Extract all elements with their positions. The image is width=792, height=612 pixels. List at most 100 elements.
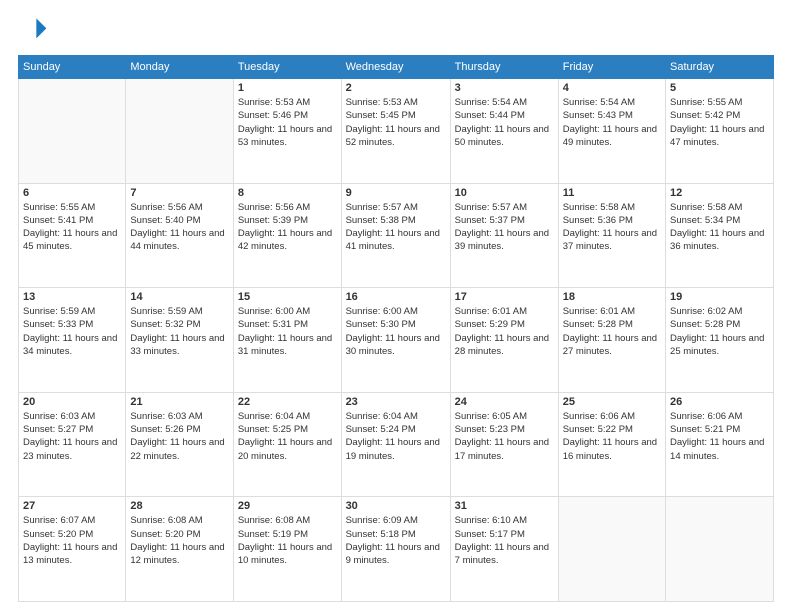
calendar-cell: 28 Sunrise: 6:08 AM Sunset: 5:20 PM Dayli…: [126, 497, 234, 602]
day-info: Sunrise: 5:55 AM Sunset: 5:41 PM Dayligh…: [23, 201, 121, 254]
day-info: Sunrise: 6:04 AM Sunset: 5:24 PM Dayligh…: [346, 410, 446, 463]
day-info: Sunrise: 6:03 AM Sunset: 5:26 PM Dayligh…: [130, 410, 229, 463]
day-number: 30: [346, 500, 446, 512]
weekday-header-friday: Friday: [558, 56, 665, 79]
day-info: Sunrise: 5:53 AM Sunset: 5:45 PM Dayligh…: [346, 96, 446, 149]
day-number: 24: [455, 396, 554, 408]
calendar-cell: 25 Sunrise: 6:06 AM Sunset: 5:22 PM Dayli…: [558, 392, 665, 497]
week-row-1: 6 Sunrise: 5:55 AM Sunset: 5:41 PM Daylig…: [19, 183, 774, 288]
logo: [18, 15, 52, 45]
calendar-cell: [19, 79, 126, 184]
day-number: 15: [238, 291, 337, 303]
day-info: Sunrise: 5:58 AM Sunset: 5:36 PM Dayligh…: [563, 201, 661, 254]
day-info: Sunrise: 5:57 AM Sunset: 5:37 PM Dayligh…: [455, 201, 554, 254]
calendar-body: 1 Sunrise: 5:53 AM Sunset: 5:46 PM Daylig…: [19, 79, 774, 602]
calendar-cell: 9Sunrise: 5:57 AM Sunset: 5:38 PM Daylig…: [341, 183, 450, 288]
header: [18, 15, 774, 45]
day-number: 10: [455, 187, 554, 199]
calendar-cell: 22 Sunrise: 6:04 AM Sunset: 5:25 PM Dayli…: [233, 392, 341, 497]
weekday-header-monday: Monday: [126, 56, 234, 79]
day-number: 21: [130, 396, 229, 408]
calendar-cell: 27 Sunrise: 6:07 AM Sunset: 5:20 PM Dayli…: [19, 497, 126, 602]
calendar-cell: 31 Sunrise: 6:10 AM Sunset: 5:17 PM Dayli…: [450, 497, 558, 602]
day-number: 9: [346, 187, 446, 199]
day-info: Sunrise: 5:54 AM Sunset: 5:44 PM Dayligh…: [455, 96, 554, 149]
day-info: Sunrise: 5:59 AM Sunset: 5:33 PM Dayligh…: [23, 305, 121, 358]
weekday-header-thursday: Thursday: [450, 56, 558, 79]
day-number: 5: [670, 82, 769, 94]
calendar-cell: 21 Sunrise: 6:03 AM Sunset: 5:26 PM Dayli…: [126, 392, 234, 497]
day-number: 6: [23, 187, 121, 199]
day-number: 19: [670, 291, 769, 303]
calendar-cell: 5 Sunrise: 5:55 AM Sunset: 5:42 PM Daylig…: [666, 79, 774, 184]
calendar: SundayMondayTuesdayWednesdayThursdayFrid…: [18, 55, 774, 602]
day-number: 3: [455, 82, 554, 94]
calendar-cell: 19Sunrise: 6:02 AM Sunset: 5:28 PM Dayli…: [666, 288, 774, 393]
day-info: Sunrise: 6:08 AM Sunset: 5:19 PM Dayligh…: [238, 514, 337, 567]
calendar-cell: 4 Sunrise: 5:54 AM Sunset: 5:43 PM Daylig…: [558, 79, 665, 184]
day-info: Sunrise: 6:00 AM Sunset: 5:31 PM Dayligh…: [238, 305, 337, 358]
week-row-3: 20 Sunrise: 6:03 AM Sunset: 5:27 PM Dayli…: [19, 392, 774, 497]
day-info: Sunrise: 5:55 AM Sunset: 5:42 PM Dayligh…: [670, 96, 769, 149]
calendar-cell: 11 Sunrise: 5:58 AM Sunset: 5:36 PM Dayli…: [558, 183, 665, 288]
calendar-cell: 10 Sunrise: 5:57 AM Sunset: 5:37 PM Dayli…: [450, 183, 558, 288]
day-number: 8: [238, 187, 337, 199]
day-info: Sunrise: 6:05 AM Sunset: 5:23 PM Dayligh…: [455, 410, 554, 463]
day-info: Sunrise: 6:03 AM Sunset: 5:27 PM Dayligh…: [23, 410, 121, 463]
day-info: Sunrise: 6:01 AM Sunset: 5:28 PM Dayligh…: [563, 305, 661, 358]
calendar-cell: 7Sunrise: 5:56 AM Sunset: 5:40 PM Daylig…: [126, 183, 234, 288]
calendar-cell: 26 Sunrise: 6:06 AM Sunset: 5:21 PM Dayli…: [666, 392, 774, 497]
day-info: Sunrise: 6:10 AM Sunset: 5:17 PM Dayligh…: [455, 514, 554, 567]
calendar-cell: [558, 497, 665, 602]
day-info: Sunrise: 6:08 AM Sunset: 5:20 PM Dayligh…: [130, 514, 229, 567]
calendar-cell: [126, 79, 234, 184]
week-row-0: 1 Sunrise: 5:53 AM Sunset: 5:46 PM Daylig…: [19, 79, 774, 184]
day-info: Sunrise: 6:09 AM Sunset: 5:18 PM Dayligh…: [346, 514, 446, 567]
day-number: 18: [563, 291, 661, 303]
day-info: Sunrise: 6:04 AM Sunset: 5:25 PM Dayligh…: [238, 410, 337, 463]
weekday-row: SundayMondayTuesdayWednesdayThursdayFrid…: [19, 56, 774, 79]
day-info: Sunrise: 5:59 AM Sunset: 5:32 PM Dayligh…: [130, 305, 229, 358]
day-number: 14: [130, 291, 229, 303]
calendar-cell: 6 Sunrise: 5:55 AM Sunset: 5:41 PM Daylig…: [19, 183, 126, 288]
calendar-cell: 29Sunrise: 6:08 AM Sunset: 5:19 PM Dayli…: [233, 497, 341, 602]
weekday-header-wednesday: Wednesday: [341, 56, 450, 79]
day-number: 26: [670, 396, 769, 408]
calendar-cell: 14 Sunrise: 5:59 AM Sunset: 5:32 PM Dayli…: [126, 288, 234, 393]
day-number: 4: [563, 82, 661, 94]
calendar-cell: [666, 497, 774, 602]
week-row-4: 27 Sunrise: 6:07 AM Sunset: 5:20 PM Dayli…: [19, 497, 774, 602]
weekday-header-sunday: Sunday: [19, 56, 126, 79]
day-number: 13: [23, 291, 121, 303]
day-info: Sunrise: 5:53 AM Sunset: 5:46 PM Dayligh…: [238, 96, 337, 149]
calendar-cell: 2 Sunrise: 5:53 AM Sunset: 5:45 PM Daylig…: [341, 79, 450, 184]
day-number: 1: [238, 82, 337, 94]
day-info: Sunrise: 6:00 AM Sunset: 5:30 PM Dayligh…: [346, 305, 446, 358]
day-number: 23: [346, 396, 446, 408]
weekday-header-tuesday: Tuesday: [233, 56, 341, 79]
calendar-cell: 16 Sunrise: 6:00 AM Sunset: 5:30 PM Dayli…: [341, 288, 450, 393]
calendar-cell: 23 Sunrise: 6:04 AM Sunset: 5:24 PM Dayli…: [341, 392, 450, 497]
calendar-cell: 20 Sunrise: 6:03 AM Sunset: 5:27 PM Dayli…: [19, 392, 126, 497]
day-info: Sunrise: 6:07 AM Sunset: 5:20 PM Dayligh…: [23, 514, 121, 567]
day-info: Sunrise: 5:56 AM Sunset: 5:40 PM Dayligh…: [130, 201, 229, 254]
day-number: 11: [563, 187, 661, 199]
logo-icon: [18, 15, 48, 45]
day-info: Sunrise: 6:01 AM Sunset: 5:29 PM Dayligh…: [455, 305, 554, 358]
calendar-cell: 15 Sunrise: 6:00 AM Sunset: 5:31 PM Dayli…: [233, 288, 341, 393]
day-number: 20: [23, 396, 121, 408]
day-info: Sunrise: 6:06 AM Sunset: 5:21 PM Dayligh…: [670, 410, 769, 463]
day-number: 28: [130, 500, 229, 512]
day-number: 22: [238, 396, 337, 408]
day-number: 12: [670, 187, 769, 199]
day-number: 25: [563, 396, 661, 408]
calendar-cell: 3 Sunrise: 5:54 AM Sunset: 5:44 PM Daylig…: [450, 79, 558, 184]
day-number: 16: [346, 291, 446, 303]
day-info: Sunrise: 5:56 AM Sunset: 5:39 PM Dayligh…: [238, 201, 337, 254]
page: SundayMondayTuesdayWednesdayThursdayFrid…: [0, 0, 792, 612]
day-number: 31: [455, 500, 554, 512]
day-number: 2: [346, 82, 446, 94]
day-info: Sunrise: 6:06 AM Sunset: 5:22 PM Dayligh…: [563, 410, 661, 463]
day-number: 27: [23, 500, 121, 512]
day-info: Sunrise: 5:54 AM Sunset: 5:43 PM Dayligh…: [563, 96, 661, 149]
